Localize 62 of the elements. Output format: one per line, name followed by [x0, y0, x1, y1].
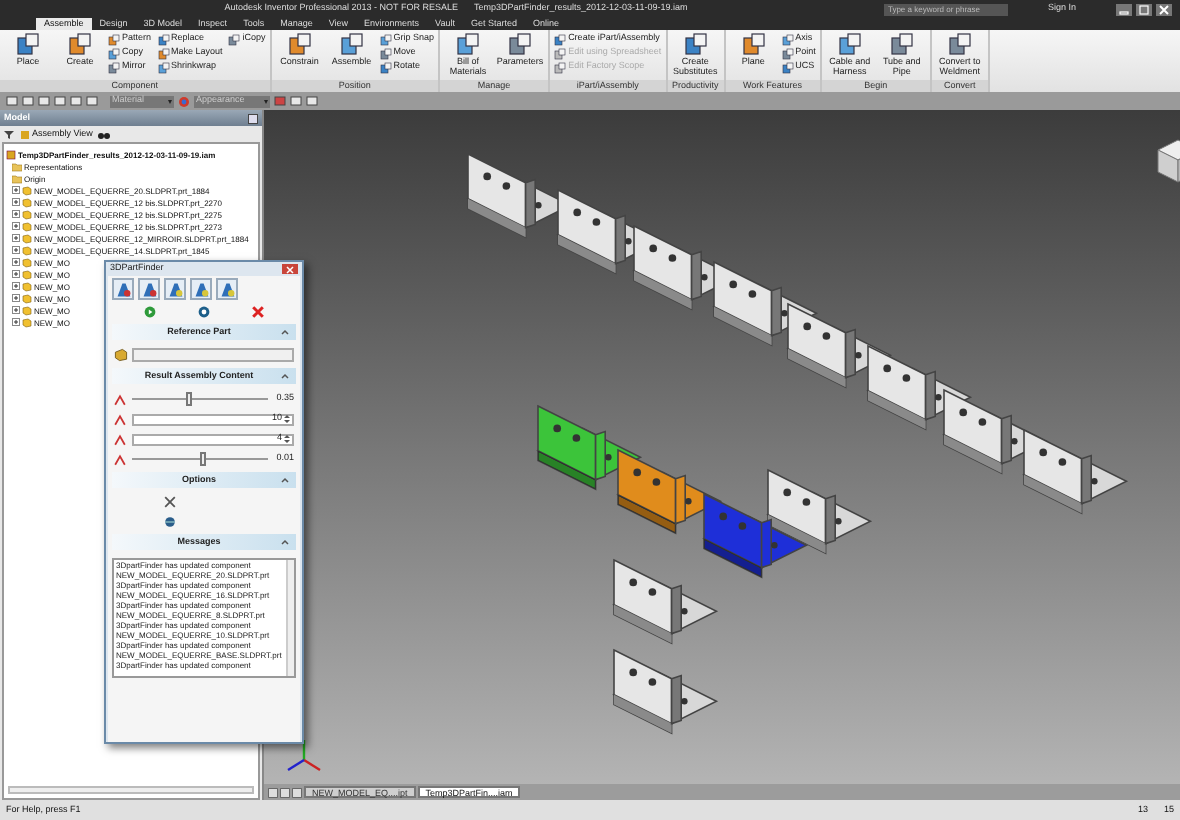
- spin-arrows-icon[interactable]: [284, 414, 290, 424]
- expand-icon[interactable]: [12, 222, 20, 230]
- part-search-icon: [167, 281, 183, 297]
- expand-icon[interactable]: [12, 210, 20, 218]
- close-button[interactable]: [282, 264, 298, 274]
- expand-icon[interactable]: [12, 282, 20, 290]
- tool-icon: [287, 32, 312, 56]
- axis-triad: [287, 740, 321, 771]
- tool-button[interactable]: [190, 278, 212, 300]
- expand-icon[interactable]: [12, 258, 20, 266]
- minimize-icon[interactable]: [1116, 3, 1132, 15]
- spin-arrows-icon[interactable]: [284, 434, 290, 444]
- tool-icon: [16, 32, 40, 56]
- expand-icon[interactable]: [12, 198, 20, 206]
- collapse-icon[interactable]: [280, 371, 290, 381]
- tool-icon: [508, 32, 533, 56]
- delete-icon[interactable]: [251, 306, 264, 318]
- slider-thumb[interactable]: [186, 392, 193, 406]
- part-search-icon: [219, 281, 235, 297]
- globe-icon[interactable]: [164, 516, 176, 528]
- slider-thumb[interactable]: [200, 452, 206, 466]
- bracket-part: [1022, 428, 1129, 515]
- part-search-icon: [141, 281, 157, 297]
- expand-icon[interactable]: [12, 306, 20, 314]
- tool-icon: [339, 32, 364, 56]
- bracket-part: [612, 558, 719, 645]
- expand-icon[interactable]: [12, 234, 20, 242]
- scroll-bar[interactable]: [286, 560, 294, 676]
- tool-icon: [68, 32, 92, 56]
- close-icon[interactable]: [1156, 3, 1172, 15]
- tool-icon: [837, 32, 862, 56]
- view-cube[interactable]: [1157, 139, 1180, 183]
- tool-button[interactable]: [112, 278, 134, 300]
- help-icon[interactable]: [248, 113, 258, 123]
- tool-icon: [889, 32, 914, 56]
- tool-icon: [947, 32, 972, 56]
- bracket-part: [612, 648, 719, 735]
- tool-icon: [456, 32, 481, 56]
- bracket-part: [702, 492, 809, 579]
- tool-button[interactable]: [164, 278, 186, 300]
- part-search-icon: [193, 281, 209, 297]
- expand-icon[interactable]: [12, 270, 20, 278]
- part-search-icon: [115, 281, 131, 297]
- expand-icon[interactable]: [12, 294, 20, 302]
- expand-icon[interactable]: [12, 246, 20, 254]
- binoculars-icon[interactable]: [98, 129, 111, 139]
- run-icon[interactable]: [144, 306, 157, 318]
- appearance-icon: [178, 95, 190, 107]
- tool-icon: [228, 33, 241, 45]
- horizontal-scroll-bar[interactable]: [8, 786, 254, 794]
- tool-icon: [741, 32, 766, 56]
- tool-button[interactable]: [138, 278, 160, 300]
- expand-icon[interactable]: [12, 186, 20, 194]
- expand-icon[interactable]: [12, 318, 20, 326]
- collapse-icon[interactable]: [280, 475, 290, 485]
- tool-button[interactable]: [216, 278, 238, 300]
- part-icon: [114, 348, 128, 362]
- tool-icon: [683, 32, 708, 56]
- reference-part-field[interactable]: [132, 348, 294, 362]
- collapse-icon[interactable]: [280, 327, 290, 337]
- collapse-icon[interactable]: [279, 537, 290, 547]
- maximize-icon[interactable]: [1136, 3, 1152, 15]
